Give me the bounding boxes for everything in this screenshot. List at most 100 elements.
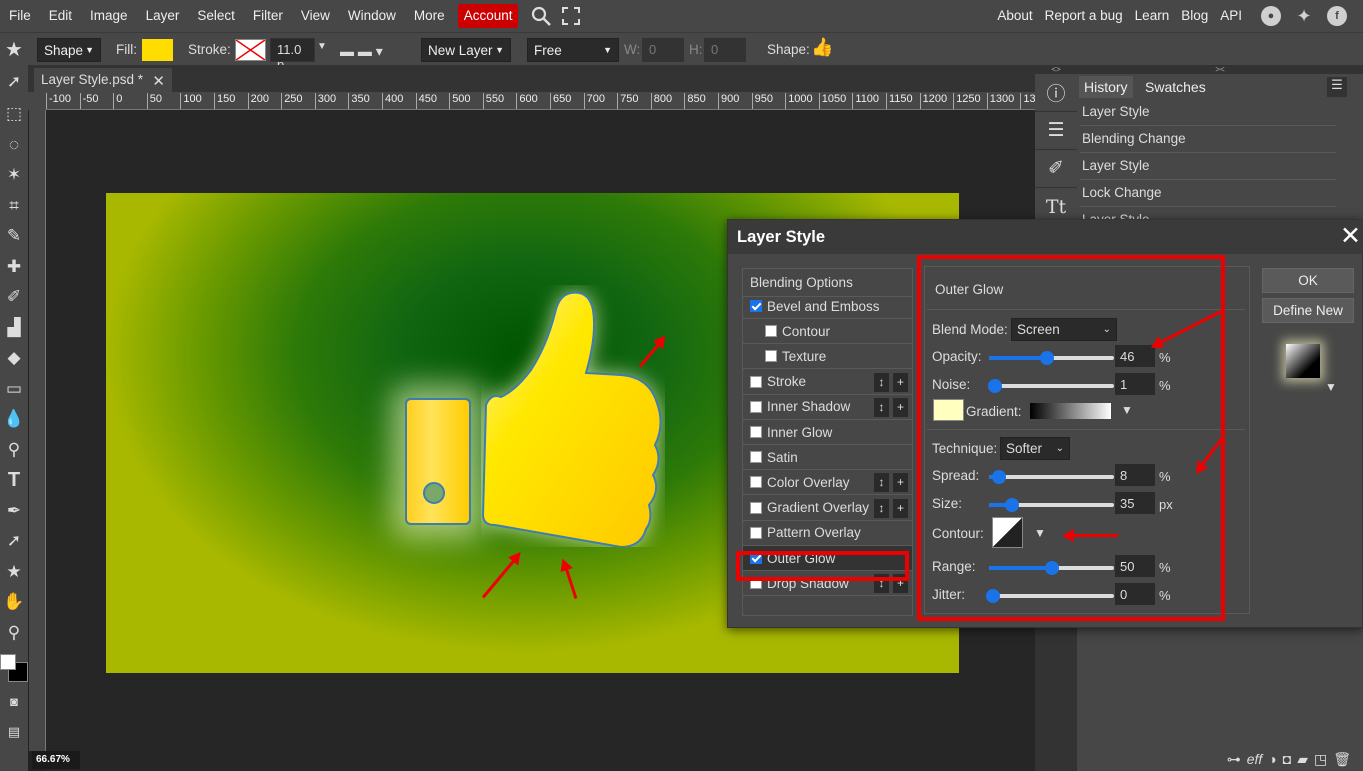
size-slider[interactable] (989, 498, 1114, 512)
menu-window[interactable]: Window (339, 0, 405, 32)
fill-color-swatch[interactable] (142, 39, 173, 61)
collapse-history-icon[interactable]: >< (1077, 65, 1363, 74)
size-mode-select[interactable]: Free ▼ (527, 38, 619, 62)
height-input[interactable]: 0 (704, 38, 746, 62)
link-api[interactable]: API (1214, 0, 1248, 32)
effect-checkbox[interactable] (750, 526, 762, 539)
glow-color-swatch[interactable] (933, 399, 964, 421)
add-effect-icon[interactable]: + (893, 473, 908, 493)
thumb-shape-icon[interactable]: 👍 (811, 37, 833, 58)
add-effect-icon[interactable]: + (893, 397, 908, 417)
info-icon[interactable]: ⓘ (1035, 74, 1077, 112)
crop-tool-icon[interactable]: ⌗ (0, 191, 28, 222)
size-slider-knob[interactable] (1004, 498, 1019, 512)
effect-checkbox[interactable] (750, 577, 762, 590)
effect-drop-shadow[interactable]: Drop Shadow ↕ + (743, 571, 912, 597)
effect-checkbox[interactable] (750, 400, 762, 413)
pen-tool-icon[interactable]: ✒ (0, 496, 28, 527)
eraser-icon[interactable]: ◆ (0, 343, 28, 374)
opacity-input[interactable]: 46 (1115, 345, 1155, 367)
effect-checkbox[interactable] (750, 501, 762, 514)
stroke-width-input[interactable]: 11.0 p (270, 38, 315, 72)
width-input[interactable]: 0 (642, 38, 684, 62)
screen-mode-icon[interactable]: ▤ (0, 717, 28, 748)
menu-file[interactable]: File (0, 0, 40, 32)
adjustment-layer-icon[interactable]: ◑ (1268, 751, 1276, 767)
gradient-tool-icon[interactable]: ▭ (0, 374, 28, 405)
gradient-dropdown-icon[interactable]: ▼ (1121, 403, 1133, 417)
effect-bevel-and-emboss[interactable]: Bevel and Emboss (743, 294, 912, 319)
gradient-preview[interactable] (1030, 403, 1111, 419)
account-button[interactable]: Account (457, 4, 519, 28)
range-slider[interactable] (989, 561, 1114, 575)
adjustments-icon[interactable]: ☰ (1035, 112, 1077, 150)
lasso-tool-icon[interactable]: ◌ (0, 130, 28, 161)
menu-view[interactable]: View (292, 0, 339, 32)
collapse-panel-icon[interactable]: <> (1035, 65, 1077, 74)
effect-checkbox[interactable] (750, 300, 762, 312)
menu-layer[interactable]: Layer (137, 0, 189, 32)
dialog-titlebar[interactable]: Layer Style ✕ (728, 220, 1363, 254)
effect-inner-shadow[interactable]: Inner Shadow ↕ + (743, 395, 912, 420)
define-new-button[interactable]: Define New (1262, 298, 1354, 323)
effect-contour[interactable]: Contour (743, 319, 912, 345)
foreground-color[interactable] (0, 654, 16, 670)
history-item[interactable]: Lock Change (1080, 180, 1336, 207)
blend-mode-select[interactable]: Screen ⌄ (1011, 318, 1117, 341)
effect-color-overlay[interactable]: Color Overlay ↕ + (743, 470, 912, 496)
panel-menu-icon[interactable]: ☰ (1327, 77, 1347, 97)
close-tab-icon[interactable]: ✕ (152, 72, 165, 90)
menu-image[interactable]: Image (81, 0, 137, 32)
reddit-icon[interactable]: ● (1261, 6, 1281, 26)
history-item[interactable]: Layer Style (1080, 153, 1336, 180)
link-about[interactable]: About (991, 0, 1038, 32)
dodge-tool-icon[interactable]: ⚲ (0, 435, 28, 466)
move-tool-icon[interactable]: ➚ (0, 65, 28, 99)
link-learn[interactable]: Learn (1129, 0, 1176, 32)
jitter-slider-knob[interactable] (985, 589, 1000, 603)
shape-tool-icon[interactable]: ★ (0, 557, 28, 588)
reorder-icon[interactable]: ↕ (874, 498, 889, 518)
menu-select[interactable]: Select (188, 0, 244, 32)
effect-checkbox[interactable] (750, 426, 762, 438)
clone-stamp-icon[interactable]: ▟ (0, 313, 28, 344)
type-tool-icon[interactable]: T (0, 465, 28, 496)
effect-satin[interactable]: Satin (743, 445, 912, 471)
ok-button[interactable]: OK (1262, 268, 1354, 293)
folder-icon[interactable]: ▰ (1297, 751, 1308, 768)
effect-checkbox[interactable] (750, 451, 762, 464)
opacity-slider-knob[interactable] (1039, 351, 1054, 365)
brush-settings-icon[interactable]: ✐ (1035, 150, 1077, 188)
preview-dropdown-icon[interactable]: ▼ (1325, 380, 1337, 394)
effect-stroke[interactable]: Stroke ↕ + (743, 370, 912, 395)
blur-tool-icon[interactable]: 💧 (0, 404, 28, 435)
contour-preview[interactable] (992, 517, 1023, 548)
facebook-icon[interactable]: f (1327, 6, 1347, 26)
layer-target-select[interactable]: New Layer ▼ (421, 38, 511, 62)
jitter-slider[interactable] (985, 589, 1114, 603)
link-blog[interactable]: Blog (1175, 0, 1214, 32)
fullscreen-icon[interactable] (562, 7, 581, 25)
effect-pattern-overlay[interactable]: Pattern Overlay (743, 521, 912, 546)
add-effect-icon[interactable]: + (893, 498, 908, 518)
effect-checkbox[interactable] (750, 476, 762, 489)
document-tab[interactable]: Layer Style.psd * ✕ (34, 68, 172, 92)
path-select-icon[interactable]: ➚ (0, 526, 28, 557)
range-slider-knob[interactable] (1044, 561, 1059, 575)
close-icon[interactable]: ✕ (1340, 222, 1361, 250)
effect-gradient-overlay[interactable]: Gradient Overlay ↕ + (743, 496, 912, 521)
link-report-bug[interactable]: Report a bug (1039, 0, 1129, 32)
opacity-slider[interactable] (989, 351, 1114, 365)
jitter-input[interactable]: 0 (1115, 583, 1155, 605)
effect-outer-glow[interactable]: Outer Glow (743, 546, 912, 571)
tab-history[interactable]: History (1079, 76, 1133, 98)
healing-brush-icon[interactable]: ✚ (0, 252, 28, 283)
eyedropper-icon[interactable]: ✎ (0, 221, 28, 252)
twitter-icon[interactable]: ✦ (1294, 6, 1314, 26)
reorder-icon[interactable]: ↕ (874, 574, 889, 594)
trash-icon[interactable]: 🗑 (1333, 751, 1351, 768)
tab-swatches[interactable]: Swatches (1140, 76, 1211, 98)
reorder-icon[interactable]: ↕ (874, 397, 889, 417)
menu-more[interactable]: More (405, 0, 454, 32)
contour-dropdown-icon[interactable]: ▼ (1034, 526, 1046, 540)
